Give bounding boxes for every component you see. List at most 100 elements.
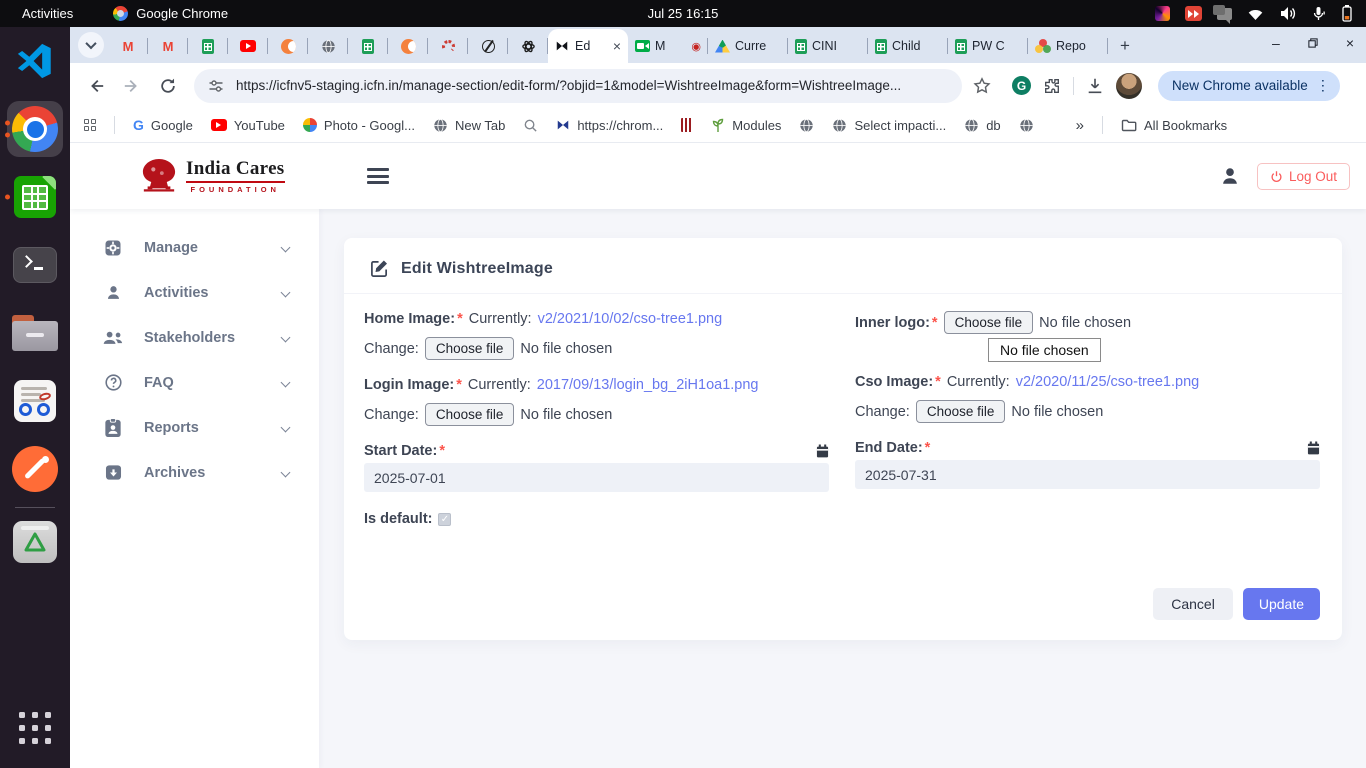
bookmark-star-button[interactable]: [966, 70, 998, 102]
home-image-choose-file-button[interactable]: Choose file: [425, 337, 515, 360]
end-date-input[interactable]: [855, 460, 1320, 489]
apps-shortcut-button[interactable]: [84, 119, 96, 131]
close-tab-icon[interactable]: ×: [613, 39, 621, 53]
sidebar-item-stakeholders[interactable]: Stakeholders: [70, 315, 319, 360]
close-window-button[interactable]: ×: [1346, 35, 1354, 51]
tab-sheet-pw[interactable]: PW C: [948, 29, 1028, 63]
dock-item-trash[interactable]: [0, 512, 70, 572]
tab-orange-2[interactable]: [388, 29, 428, 63]
dock-item-vscode[interactable]: [0, 27, 70, 95]
extensions-puzzle-icon[interactable]: [1043, 77, 1061, 95]
tab-repo[interactable]: Repo: [1028, 29, 1108, 63]
tab-drive[interactable]: Curre: [708, 29, 788, 63]
activities-button[interactable]: Activities: [0, 6, 95, 21]
tab-gmail-2[interactable]: M: [148, 29, 188, 63]
bookmark-modules[interactable]: Modules: [711, 118, 781, 133]
download-icon[interactable]: [1086, 77, 1104, 95]
globe-icon: [1019, 118, 1034, 133]
tab-youtube[interactable]: [228, 29, 268, 63]
inner-logo-choose-file-button[interactable]: Choose file: [944, 311, 1034, 334]
tab-sheet-cini[interactable]: CINI: [788, 29, 868, 63]
chrome-update-chip[interactable]: New Chrome available ⋮: [1158, 71, 1340, 101]
tab-red-arc[interactable]: [428, 29, 468, 63]
sidebar-item-faq[interactable]: FAQ: [70, 360, 319, 405]
update-button[interactable]: Update: [1243, 588, 1320, 620]
forward-button[interactable]: [116, 70, 148, 102]
cso-image-current-link[interactable]: v2/2020/11/25/cso-tree1.png: [1016, 374, 1200, 390]
tab-sheets-1[interactable]: [188, 29, 228, 63]
site-settings-icon[interactable]: [208, 78, 224, 94]
all-bookmarks-button[interactable]: All Bookmarks: [1121, 118, 1227, 133]
tab-title: CINI: [812, 39, 861, 53]
volume-icon[interactable]: [1279, 6, 1297, 21]
wifi-icon[interactable]: [1247, 7, 1264, 21]
grammarly-extension-icon[interactable]: G: [1012, 76, 1031, 95]
tab-sheet-child[interactable]: Child: [868, 29, 948, 63]
bookmark-chrom-link[interactable]: https://chrom...: [556, 118, 663, 133]
bookmark-db[interactable]: db: [964, 118, 1000, 133]
site-logo[interactable]: India Cares Foundation: [140, 158, 285, 194]
dock-item-document-viewer[interactable]: [0, 367, 70, 435]
profile-avatar[interactable]: [1116, 73, 1142, 99]
microphone-icon[interactable]: [1312, 6, 1327, 21]
bookmark-search[interactable]: [523, 118, 538, 133]
tab-openai[interactable]: [508, 29, 548, 63]
bookmark-globe-1[interactable]: [799, 118, 814, 133]
tab-globe-1[interactable]: [308, 29, 348, 63]
tab-sheets-2[interactable]: [348, 29, 388, 63]
bookmark-globe-2[interactable]: [1019, 118, 1034, 133]
minimize-button[interactable]: –: [1272, 35, 1280, 51]
logout-button[interactable]: Log Out: [1257, 163, 1350, 190]
app-indicator-icon[interactable]: [1155, 6, 1170, 21]
sidebar-item-archives[interactable]: Archives: [70, 450, 319, 495]
dock-item-chrome[interactable]: [0, 95, 70, 163]
sidebar-item-activities[interactable]: Activities: [70, 270, 319, 315]
user-icon[interactable]: [1219, 165, 1241, 187]
bookmarks-overflow-button[interactable]: »: [1076, 117, 1084, 134]
url-text[interactable]: https://icfnv5-staging.icfn.in/manage-se…: [236, 78, 948, 93]
start-date-input[interactable]: [364, 463, 829, 492]
calendar-icon[interactable]: [816, 444, 829, 458]
calendar-icon[interactable]: [1307, 441, 1320, 455]
is-default-checkbox[interactable]: ✓: [438, 513, 451, 526]
recording-indicator-icon: ◉: [691, 40, 701, 53]
dock-item-postman[interactable]: [0, 435, 70, 503]
restore-button[interactable]: [1307, 37, 1319, 49]
dock-item-terminal[interactable]: [0, 231, 70, 299]
bookmark-photos[interactable]: Photo - Googl...: [303, 118, 415, 133]
tab-active-edit-form[interactable]: Ed ×: [548, 29, 628, 63]
login-image-choose-file-button[interactable]: Choose file: [425, 403, 515, 426]
dock-separator: [15, 507, 55, 508]
currently-label: Currently:: [947, 374, 1010, 390]
back-button[interactable]: [80, 70, 112, 102]
clock[interactable]: Jul 25 16:15: [648, 6, 719, 21]
tab-meet[interactable]: M ◉: [628, 29, 708, 63]
bookmark-youtube[interactable]: YouTube: [211, 118, 285, 133]
bookmark-google[interactable]: GGoogle: [133, 117, 193, 133]
battery-icon[interactable]: [1342, 5, 1352, 22]
reload-button[interactable]: [152, 70, 184, 102]
bookmark-select-impact[interactable]: Select impacti...: [832, 118, 946, 133]
address-bar[interactable]: https://icfnv5-staging.icfn.in/manage-se…: [194, 69, 962, 103]
cancel-button[interactable]: Cancel: [1153, 588, 1233, 620]
sidebar-item-reports[interactable]: Reports: [70, 405, 319, 450]
login-image-current-link[interactable]: 2017/09/13/login_bg_2iH1oa1.png: [537, 377, 759, 393]
sidebar-item-manage[interactable]: Manage: [70, 225, 319, 270]
bookmark-red-logo[interactable]: [681, 118, 693, 132]
sidebar-toggle-button[interactable]: [367, 168, 389, 184]
dock-item-files[interactable]: [0, 299, 70, 367]
dock-item-libreoffice-calc[interactable]: [0, 163, 70, 231]
new-tab-button[interactable]: +: [1120, 36, 1130, 56]
tab-search-button[interactable]: [78, 32, 104, 58]
tab-null-symbol[interactable]: [468, 29, 508, 63]
cso-image-choose-file-button[interactable]: Choose file: [916, 400, 1006, 423]
tab-gmail-1[interactable]: M: [108, 29, 148, 63]
screenshare-indicator-icon[interactable]: [1185, 6, 1202, 21]
tab-orange-1[interactable]: [268, 29, 308, 63]
dock-app-grid-button[interactable]: [0, 694, 70, 762]
chat-indicator-icon[interactable]: [1217, 8, 1232, 20]
menu-kebab-icon[interactable]: ⋮: [1316, 77, 1330, 94]
globe-icon: [433, 118, 448, 133]
bookmark-new-tab[interactable]: New Tab: [433, 118, 505, 133]
home-image-current-link[interactable]: v2/2021/10/02/cso-tree1.png: [538, 311, 723, 327]
